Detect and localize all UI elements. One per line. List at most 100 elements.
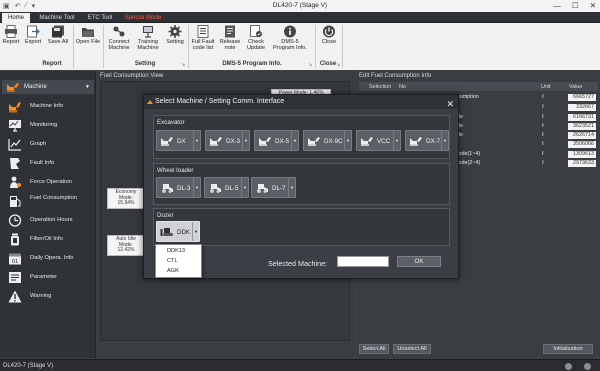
minimize-button[interactable]: —	[553, 1, 561, 10]
setting-launcher-icon[interactable]: ↘	[181, 62, 185, 68]
tab-home[interactable]: Home	[2, 13, 30, 23]
program-info-launcher-icon[interactable]: ↘	[308, 62, 312, 68]
sidebar-item-filter-oil-info[interactable]: Filter/Oil Info	[0, 230, 96, 249]
machine-button-vcc[interactable]: VCC ▾	[356, 130, 401, 151]
setting-button[interactable]: Setting	[164, 25, 186, 45]
machine-button-ddk[interactable]: DDK ▾	[156, 221, 200, 242]
info-icon	[284, 25, 296, 38]
value-cell[interactable]: 6166731	[568, 113, 596, 121]
sidebar-item-fault-info[interactable]: Fault Info	[0, 154, 96, 173]
unselect-all-button[interactable]: Unselect All	[393, 344, 431, 354]
value-cell[interactable]: 3506066	[568, 140, 596, 148]
machine-selector[interactable]: Machine ▼	[2, 80, 94, 94]
select-all-button[interactable]: Select All	[359, 344, 389, 354]
excavator-icon	[361, 137, 373, 146]
sidebar-item-monitoring[interactable]: Monitoring	[0, 116, 96, 135]
status-indicator-icon	[584, 363, 591, 370]
value-cell[interactable]: 3623521	[568, 122, 596, 130]
dropdown-arrow-icon[interactable]: ▾	[242, 131, 249, 150]
sidebar-item-daily-opera-info[interactable]: 01 Daily Opera. Info	[0, 249, 96, 268]
dropdown-arrow-icon[interactable]: ▾	[291, 131, 298, 150]
gear-icon	[168, 25, 182, 38]
close-window-button[interactable]: ✕	[590, 1, 596, 10]
dropdown-arrow-icon[interactable]: ▾	[193, 131, 200, 150]
initialization-button[interactable]: Initialization	[543, 344, 593, 354]
dialog-title: Select Machine / Setting Comm. Interface	[155, 98, 285, 105]
dropdown-item-ddk13[interactable]: DDK13	[167, 248, 185, 254]
sidebar-item-machine-info[interactable]: Machine Info	[0, 97, 96, 116]
tab-etc-tool[interactable]: ETC Tool	[82, 13, 118, 23]
report-button[interactable]: Report	[1, 25, 21, 45]
machine-button-dx-3[interactable]: DX-3 ▾	[205, 130, 250, 151]
full-fault-code-list-button[interactable]: Full Fault code list	[190, 25, 216, 52]
machine-button-dx-9c[interactable]: DX-9C ▾	[303, 130, 352, 151]
excavator-icon	[161, 137, 173, 146]
export-button[interactable]: Export	[23, 25, 43, 45]
connect-machine-button[interactable]: Connect Machine	[106, 25, 132, 52]
maximize-button[interactable]: ☐	[572, 1, 579, 10]
machine-button-dx[interactable]: DX ▾	[156, 130, 201, 151]
training-icon	[143, 26, 153, 38]
sidebar-item-label: Warning	[30, 293, 52, 299]
group-setting-label: Setting	[134, 61, 156, 67]
sidebar-item-label: Filter/Oil Info	[30, 236, 63, 242]
group-program-info-label: DMS-5 Program Info.	[222, 61, 282, 67]
title-bar: ▣ ↶ ∕ ▾ DL420-7 (Stage V) — ☐ ✕	[0, 0, 600, 12]
dropdown-arrow-icon[interactable]: ▾	[288, 178, 295, 197]
fault-list-icon	[197, 25, 209, 38]
tab-machine-tool[interactable]: Machine Tool	[34, 13, 80, 23]
ribbon-separator	[342, 25, 343, 68]
dropdown-arrow-icon[interactable]: ▾	[393, 131, 400, 150]
save-all-button[interactable]: Save All	[45, 25, 71, 45]
dropdown-item-agk[interactable]: AGK	[167, 268, 179, 274]
excavator-icon	[9, 102, 21, 113]
value-cell[interactable]: 2626714	[568, 131, 596, 139]
sidebar-item-graph[interactable]: Graph	[0, 135, 96, 154]
value-cell[interactable]: 6665727	[568, 93, 596, 101]
program-info-button[interactable]: DMS-5 Program Info.	[270, 25, 310, 52]
selected-machine-field[interactable]	[337, 256, 389, 267]
sidebar-item-operation-hours[interactable]: Operation Hours	[0, 211, 96, 230]
dropdown-arrow-icon[interactable]: ▾	[192, 222, 199, 241]
dropdown-arrow-icon[interactable]: ▾	[344, 131, 351, 150]
dropdown-arrow-icon[interactable]: ▾	[241, 178, 248, 197]
close-launcher-icon[interactable]: ↘	[336, 62, 340, 68]
sidebar-item-force-operation[interactable]: Force Operation	[0, 173, 96, 192]
machine-button-dx-5[interactable]: DX-5 ▾	[254, 130, 299, 151]
dropdown-arrow-icon[interactable]: ▾	[441, 131, 448, 150]
check-update-button[interactable]: Check Update	[244, 25, 268, 52]
dialog-app-icon	[147, 100, 153, 104]
machine-button-dl-5[interactable]: DL-5 ▾	[204, 177, 249, 198]
tab-special-mode[interactable]: Special Mode	[120, 13, 166, 23]
chevron-down-icon: ▼	[85, 84, 90, 90]
ribbon: Report Export Save All Open File Connect…	[0, 23, 600, 70]
value-cell[interactable]: 1309613	[568, 150, 596, 158]
sidebar-item-fuel-consumption[interactable]: Fuel Consumption	[0, 192, 96, 211]
close-app-button[interactable]: Close	[318, 25, 340, 45]
machine-button-dl-3[interactable]: DL-3 ▾	[156, 177, 201, 198]
parameter-icon	[9, 272, 21, 283]
sidebar-item-parameter[interactable]: Parameter	[0, 268, 96, 287]
excavator-icon	[259, 137, 271, 146]
wheel-loader-icon	[257, 184, 268, 193]
view-title: Fuel Consumption View	[100, 73, 164, 79]
fuel-icon	[10, 196, 21, 207]
sidebar: Machine ▼ Machine Info Monitoring Graph …	[0, 71, 96, 358]
open-file-button[interactable]: Open File	[75, 25, 101, 45]
value-cell[interactable]: 2973633	[568, 159, 596, 167]
training-machine-button[interactable]: Training Machine	[134, 25, 162, 52]
dropdown-item-ctl[interactable]: CTL	[167, 258, 178, 264]
dialog-close-button[interactable]: ✕	[446, 97, 454, 111]
connect-icon	[113, 26, 125, 37]
machine-button-dx-7[interactable]: DX-7 ▾	[405, 130, 449, 151]
clock-icon	[8, 214, 22, 227]
col-no: No	[399, 83, 406, 90]
dropdown-arrow-icon[interactable]: ▾	[193, 178, 200, 197]
sidebar-item-warning[interactable]: Warning	[0, 287, 96, 306]
release-note-button[interactable]: Release note	[218, 25, 242, 52]
machine-button-dl-7[interactable]: DL-7 ▾	[251, 177, 296, 198]
machine-label: Machine	[24, 84, 47, 90]
ok-button[interactable]: OK	[397, 256, 441, 267]
value-cell[interactable]: 332667	[568, 103, 596, 111]
window-controls: — ☐ ✕	[553, 1, 596, 10]
